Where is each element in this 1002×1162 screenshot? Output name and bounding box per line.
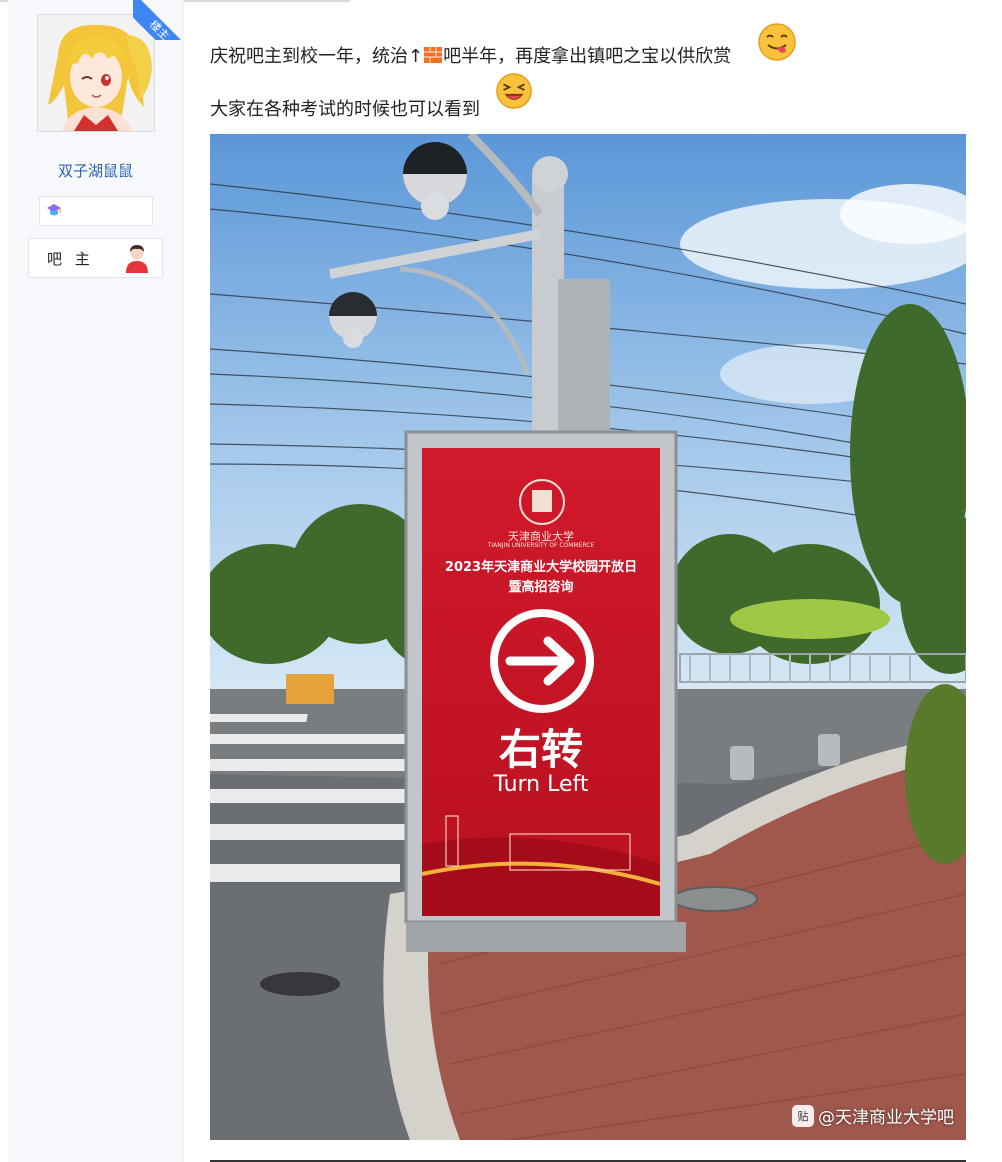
- avatar-notch: [87, 0, 107, 10]
- laughing-emoji-icon: [496, 73, 532, 109]
- post-text-line-1: 庆祝吧主到校一年，统治↑ 吧半年，再度拿出镇吧之宝以供欣赏: [210, 42, 731, 68]
- tieba-badge-icon: 贴: [792, 1104, 814, 1127]
- post-photo[interactable]: 天津商业大学 TIANJIN UNIVERSITY OF COMMERCE 20…: [210, 134, 966, 1140]
- graduation-cap-icon: [47, 204, 61, 216]
- street-sign-photo: [210, 134, 966, 1140]
- tongue-out-emoji-icon: [758, 23, 796, 61]
- brick-wall-icon: [424, 47, 443, 63]
- author-username[interactable]: 双子湖鼠鼠: [8, 160, 183, 181]
- post-text-line-2: 大家在各种考试的时候也可以看到: [210, 99, 480, 120]
- op-ribbon: 楼主: [133, 0, 193, 40]
- sign-school-en: TIANJIN UNIVERSITY OF COMMERCE: [487, 542, 595, 549]
- post-text-part-2: 吧半年，再度拿出镇吧之宝以供欣赏: [443, 46, 732, 67]
- role-label: 吧 主: [47, 250, 94, 268]
- op-ribbon-label: 楼主: [133, 0, 193, 40]
- level-badge[interactable]: [39, 196, 153, 226]
- sign-title-1: 2023年天津商业大学校园开放日: [444, 560, 638, 575]
- photo-watermark: 贴 @天津商业大学吧: [792, 1103, 954, 1128]
- post-text-part-1: 庆祝吧主到校一年，统治↑: [210, 46, 424, 67]
- admin-person-icon: [126, 245, 148, 273]
- sign-title-2: 暨高招咨询: [508, 580, 574, 595]
- author-profile: 楼主 双子湖鼠鼠 吧 主: [8, 0, 193, 1162]
- watermark-text: @天津商业大学吧: [818, 1108, 954, 1128]
- role-badge: 吧 主: [28, 238, 163, 278]
- sign-direction-cn: 右转: [498, 725, 583, 774]
- sign-direction-en: Turn Left: [493, 772, 589, 797]
